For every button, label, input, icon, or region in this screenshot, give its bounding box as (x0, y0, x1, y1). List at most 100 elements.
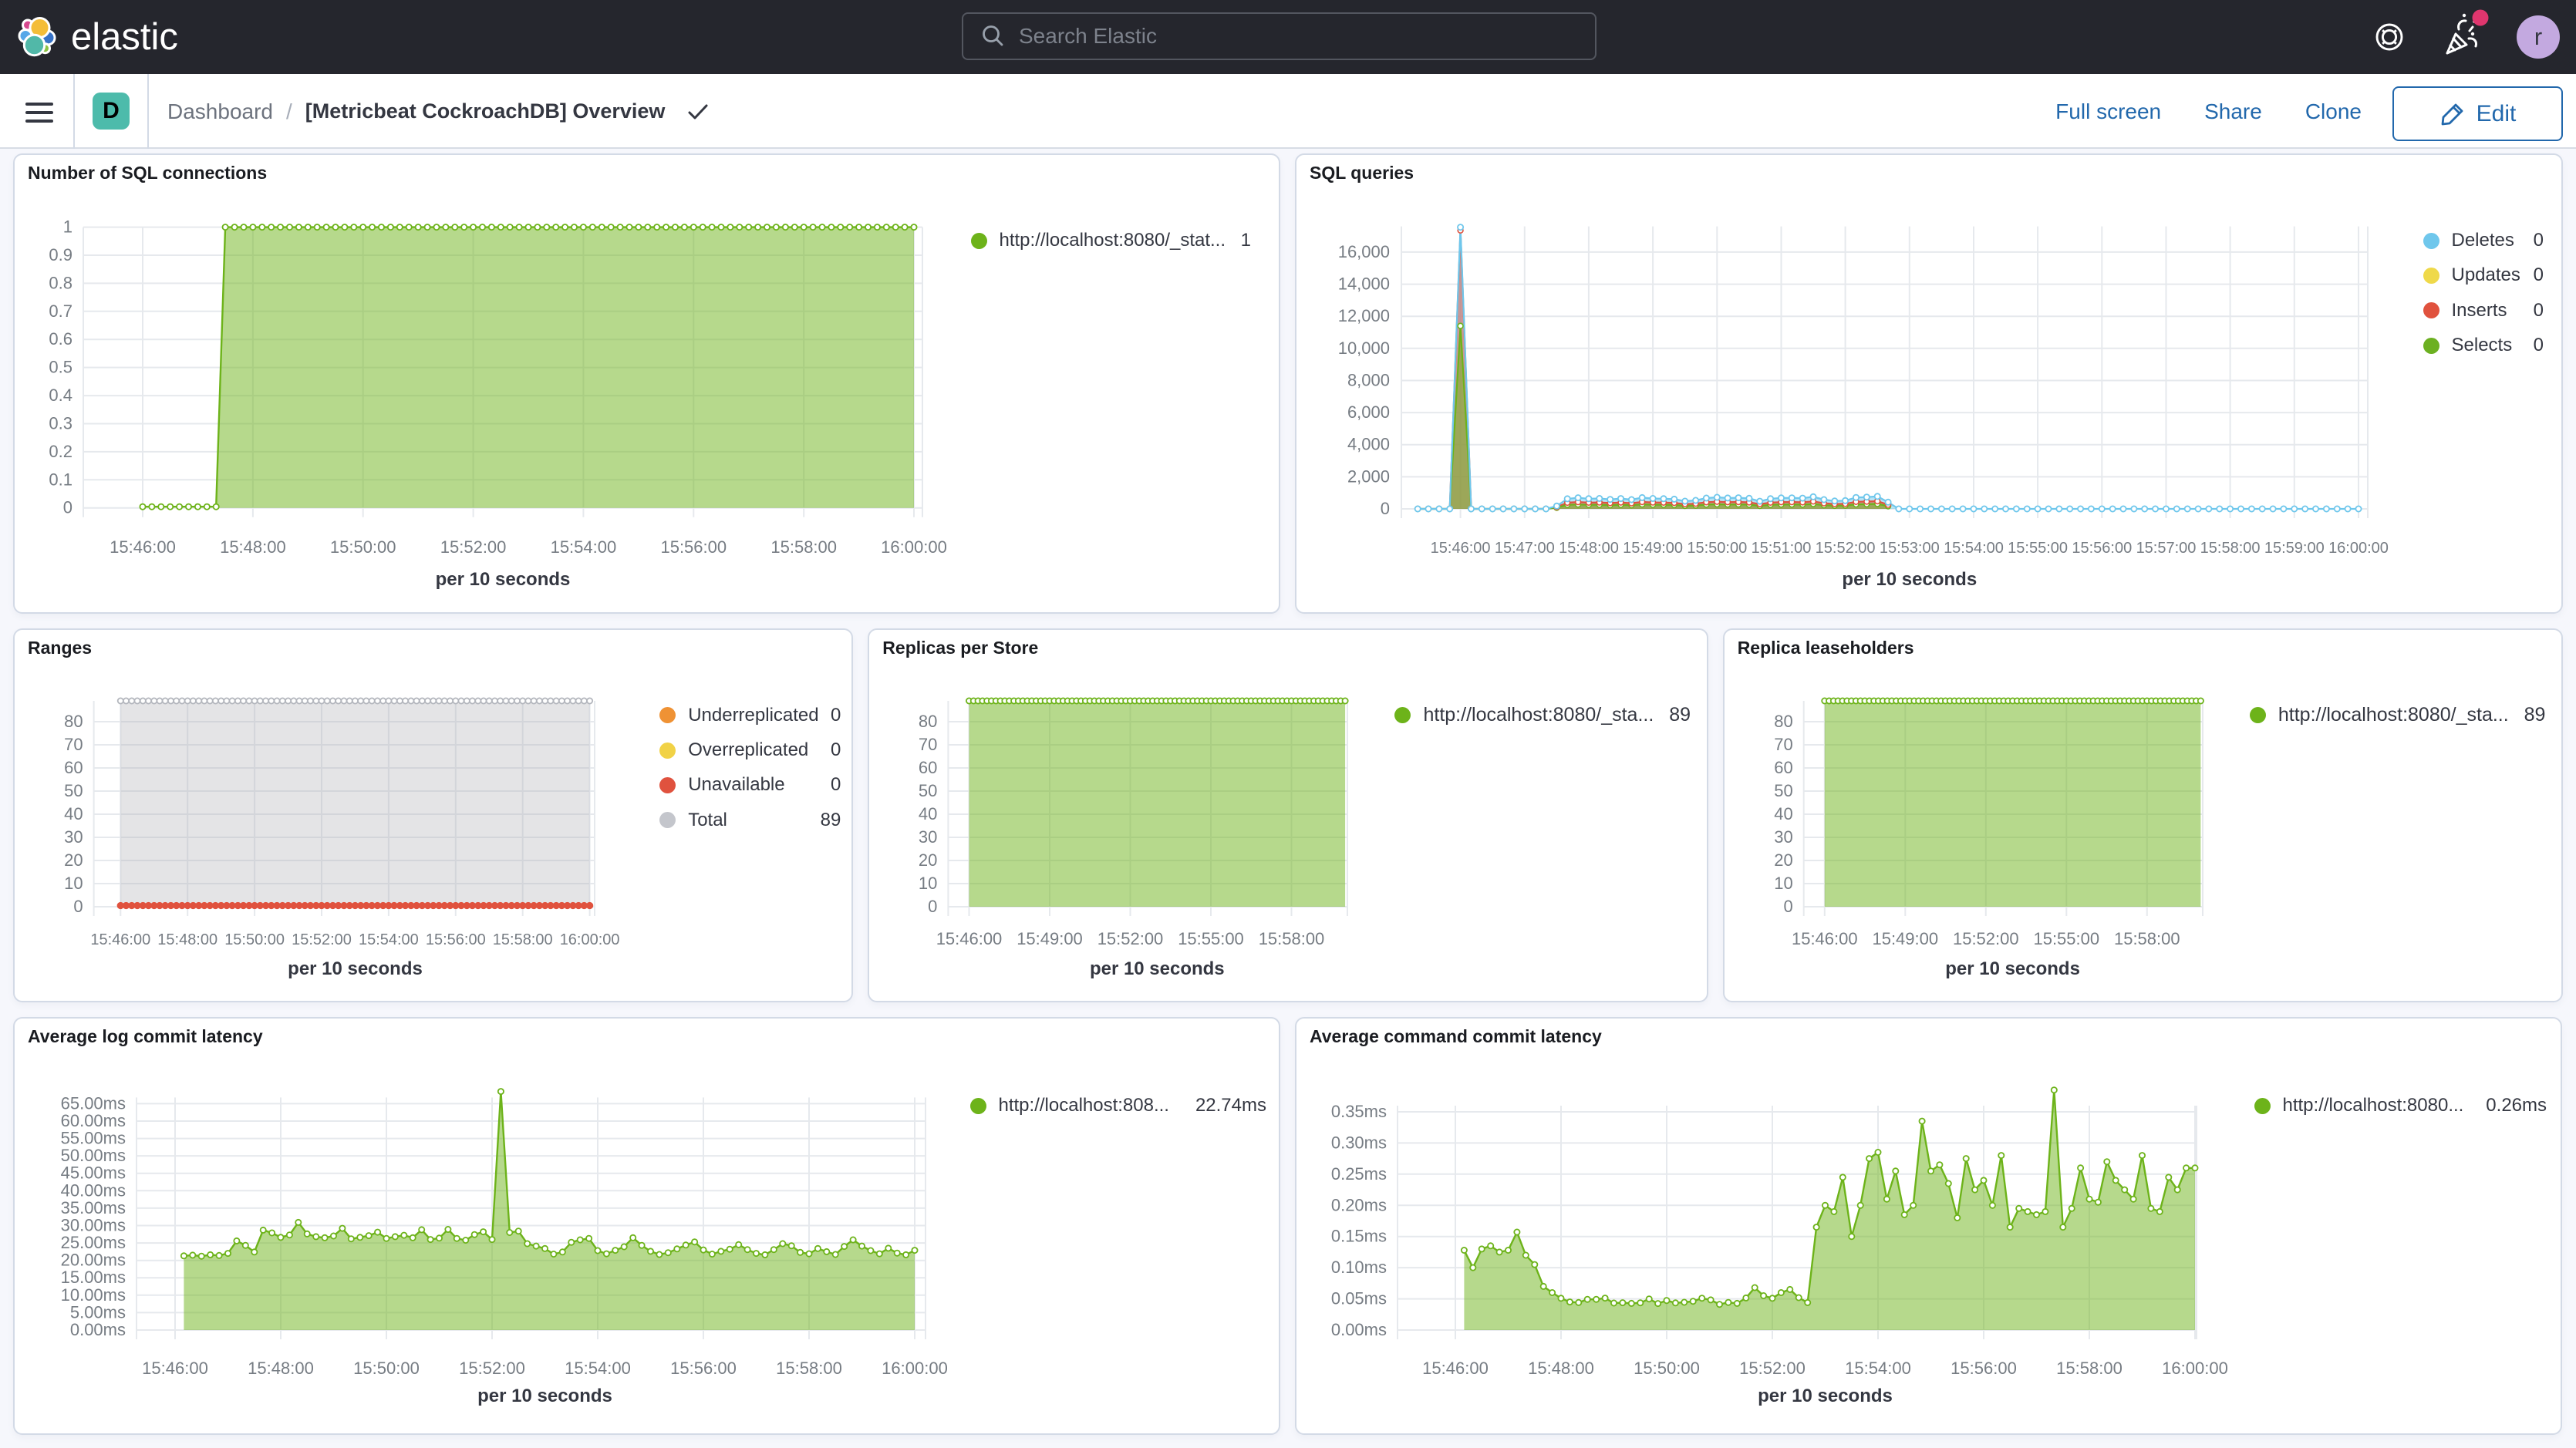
svg-text:15:57:00: 15:57:00 (2136, 540, 2197, 557)
svg-text:80: 80 (64, 712, 83, 731)
svg-text:16:00:00: 16:00:00 (881, 537, 947, 557)
svg-text:10: 10 (64, 874, 83, 893)
svg-text:20: 20 (1774, 850, 1792, 870)
svg-text:15:54:00: 15:54:00 (551, 537, 617, 557)
svg-text:15:54:00: 15:54:00 (565, 1359, 631, 1378)
svg-text:15:54:00: 15:54:00 (1845, 1359, 1911, 1378)
svg-text:2,000: 2,000 (1347, 466, 1390, 486)
svg-text:20: 20 (64, 850, 83, 870)
svg-text:15:55:00: 15:55:00 (2008, 540, 2068, 557)
svg-text:35.00ms: 35.00ms (61, 1198, 126, 1217)
svg-text:per 10 seconds: per 10 seconds (1090, 958, 1225, 979)
svg-text:15:53:00: 15:53:00 (1880, 540, 1940, 557)
svg-text:15:46:00: 15:46:00 (110, 537, 176, 557)
svg-text:10: 10 (919, 874, 937, 893)
svg-text:15:56:00: 15:56:00 (2072, 540, 2132, 557)
svg-text:10: 10 (1774, 874, 1792, 893)
svg-text:15:56:00: 15:56:00 (1951, 1359, 2017, 1378)
svg-text:0.8: 0.8 (49, 273, 72, 292)
svg-text:15:50:00: 15:50:00 (1687, 540, 1747, 557)
svg-text:16:00:00: 16:00:00 (560, 931, 620, 948)
svg-text:80: 80 (1774, 712, 1792, 731)
svg-text:per 10 seconds: per 10 seconds (436, 569, 571, 590)
svg-text:0: 0 (63, 498, 72, 517)
svg-text:0.05ms: 0.05ms (1331, 1289, 1387, 1308)
svg-text:20.00ms: 20.00ms (61, 1251, 126, 1270)
svg-text:60: 60 (1774, 758, 1792, 777)
svg-text:70: 70 (919, 735, 937, 754)
svg-text:15:58:00: 15:58:00 (770, 537, 837, 557)
svg-text:30: 30 (64, 827, 83, 847)
svg-text:0.10ms: 0.10ms (1331, 1258, 1387, 1277)
svg-text:per 10 seconds: per 10 seconds (477, 1386, 612, 1406)
svg-text:15:56:00: 15:56:00 (670, 1359, 737, 1378)
svg-text:40: 40 (1774, 804, 1792, 823)
svg-text:15:46:00: 15:46:00 (90, 931, 150, 948)
svg-text:0.1: 0.1 (49, 470, 72, 489)
svg-text:per 10 seconds: per 10 seconds (1758, 1386, 1893, 1406)
svg-text:15:58:00: 15:58:00 (2056, 1359, 2123, 1378)
svg-text:15:48:00: 15:48:00 (157, 931, 217, 948)
svg-text:15:58:00: 15:58:00 (1259, 929, 1325, 948)
svg-text:16:00:00: 16:00:00 (2162, 1359, 2228, 1378)
svg-text:30: 30 (919, 827, 937, 847)
svg-text:15:49:00: 15:49:00 (1017, 929, 1084, 948)
svg-text:10.00ms: 10.00ms (61, 1285, 126, 1305)
svg-text:40: 40 (919, 804, 937, 823)
svg-text:50: 50 (919, 781, 937, 800)
svg-text:15:58:00: 15:58:00 (493, 931, 553, 948)
svg-text:15:52:00: 15:52:00 (440, 537, 507, 557)
svg-text:15:52:00: 15:52:00 (1953, 929, 2019, 948)
svg-text:15:52:00: 15:52:00 (1816, 540, 1876, 557)
svg-text:0: 0 (73, 897, 83, 916)
svg-text:15:54:00: 15:54:00 (1944, 540, 2004, 557)
svg-text:0: 0 (928, 897, 937, 916)
svg-text:15:56:00: 15:56:00 (426, 931, 486, 948)
svg-text:0: 0 (1783, 897, 1792, 916)
svg-text:15:48:00: 15:48:00 (220, 537, 286, 557)
svg-text:0.9: 0.9 (49, 245, 72, 264)
svg-text:0.2: 0.2 (49, 442, 72, 461)
svg-text:15:55:00: 15:55:00 (2033, 929, 2099, 948)
svg-text:60.00ms: 60.00ms (61, 1111, 126, 1130)
svg-text:0.15ms: 0.15ms (1331, 1227, 1387, 1246)
svg-text:8,000: 8,000 (1347, 371, 1390, 390)
svg-text:15:52:00: 15:52:00 (1739, 1359, 1806, 1378)
svg-text:15:46:00: 15:46:00 (1422, 1359, 1489, 1378)
svg-text:12,000: 12,000 (1338, 306, 1390, 325)
svg-text:30.00ms: 30.00ms (61, 1216, 126, 1235)
svg-text:15:48:00: 15:48:00 (1528, 1359, 1594, 1378)
svg-text:0: 0 (1381, 499, 1390, 518)
svg-text:15:50:00: 15:50:00 (353, 1359, 420, 1378)
svg-text:0.00ms: 0.00ms (1331, 1320, 1387, 1339)
svg-text:4,000: 4,000 (1347, 435, 1390, 454)
svg-text:0.20ms: 0.20ms (1331, 1195, 1387, 1214)
svg-text:30: 30 (1774, 827, 1792, 847)
svg-text:0.25ms: 0.25ms (1331, 1164, 1387, 1184)
svg-text:15:47:00: 15:47:00 (1495, 540, 1555, 557)
svg-text:15:52:00: 15:52:00 (459, 1359, 525, 1378)
svg-text:15:48:00: 15:48:00 (248, 1359, 314, 1378)
svg-text:40.00ms: 40.00ms (61, 1180, 126, 1200)
svg-text:15:58:00: 15:58:00 (2200, 540, 2261, 557)
svg-text:15:46:00: 15:46:00 (1792, 929, 1858, 948)
svg-text:15:50:00: 15:50:00 (1634, 1359, 1700, 1378)
svg-text:15:56:00: 15:56:00 (660, 537, 727, 557)
svg-text:80: 80 (919, 712, 937, 731)
svg-text:40: 40 (64, 804, 83, 823)
svg-text:per 10 seconds: per 10 seconds (1945, 958, 2080, 979)
svg-text:16:00:00: 16:00:00 (2328, 540, 2389, 557)
svg-text:0.5: 0.5 (49, 358, 72, 377)
svg-text:0.35ms: 0.35ms (1331, 1102, 1387, 1121)
svg-text:15:52:00: 15:52:00 (1097, 929, 1164, 948)
svg-text:16,000: 16,000 (1338, 242, 1390, 261)
svg-text:15.00ms: 15.00ms (61, 1268, 126, 1287)
svg-text:60: 60 (64, 758, 83, 777)
svg-text:15:46:00: 15:46:00 (1431, 540, 1491, 557)
svg-text:15:51:00: 15:51:00 (1752, 540, 1812, 557)
svg-text:0.3: 0.3 (49, 414, 72, 433)
svg-text:50: 50 (64, 781, 83, 800)
svg-text:50.00ms: 50.00ms (61, 1146, 126, 1165)
svg-text:10,000: 10,000 (1338, 338, 1390, 358)
svg-text:per 10 seconds: per 10 seconds (1842, 569, 1977, 590)
